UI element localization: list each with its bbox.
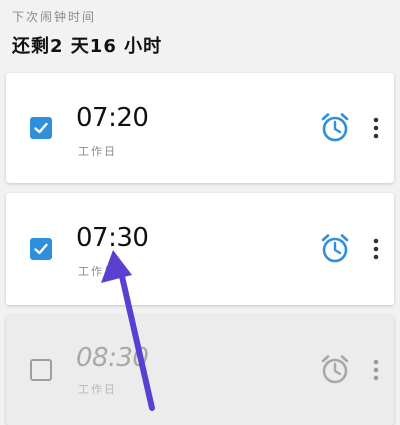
time-remaining: 还剩2 天16 小时 xyxy=(12,36,163,57)
alarm-repeat-days: 工作日 xyxy=(78,145,117,158)
alarm-item[interactable]: 07:20 工作日 xyxy=(6,73,394,183)
more-vertical-icon[interactable] xyxy=(372,117,380,139)
check-icon xyxy=(34,122,48,134)
check-icon xyxy=(34,243,48,255)
next-alarm-header: 下次闹钟时间 还剩2 天16 小时 xyxy=(0,0,400,70)
alarm-time: 07:30 xyxy=(76,223,149,253)
alarm-time: 07:20 xyxy=(76,103,149,133)
alarm-item[interactable]: 07:30 工作日 xyxy=(6,193,394,305)
alarm-clock-icon[interactable] xyxy=(318,111,352,145)
alarm-time: 08:30 xyxy=(76,343,149,373)
next-alarm-subtitle: 下次闹钟时间 xyxy=(12,10,97,24)
more-vertical-icon[interactable] xyxy=(372,359,380,381)
alarm-enable-checkbox[interactable] xyxy=(30,238,52,260)
alarm-repeat-days: 工作日 xyxy=(78,265,117,278)
alarm-repeat-days: 工作日 xyxy=(78,383,117,396)
alarm-clock-icon[interactable] xyxy=(318,353,352,387)
alarm-item[interactable]: 08:30 工作日 xyxy=(6,315,394,425)
alarm-enable-checkbox[interactable] xyxy=(30,359,52,381)
alarm-enable-checkbox[interactable] xyxy=(30,117,52,139)
more-vertical-icon[interactable] xyxy=(372,238,380,260)
alarm-clock-icon[interactable] xyxy=(318,232,352,266)
